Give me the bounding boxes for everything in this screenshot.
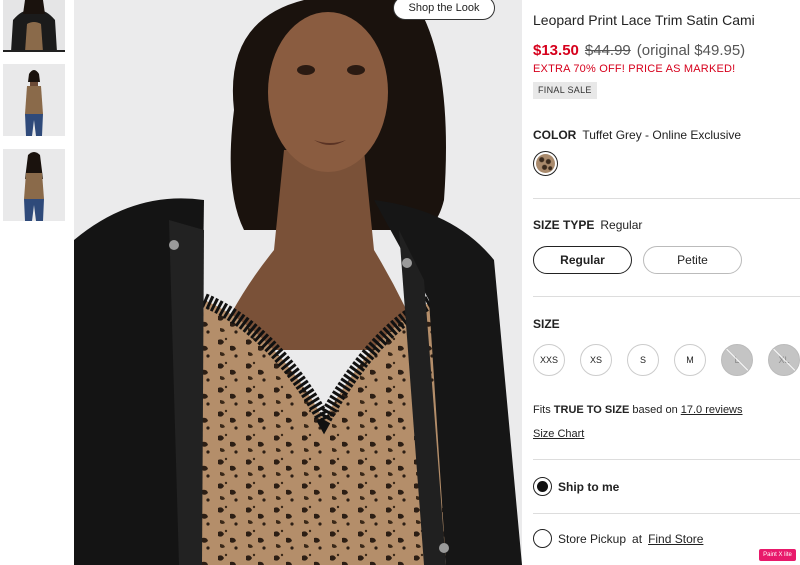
size-type-label: SIZE TYPE: [533, 218, 595, 232]
size-option-xxs[interactable]: XXS: [533, 344, 565, 376]
fit-emphasis: TRUE TO SIZE: [553, 404, 630, 416]
sale-price: $13.50: [533, 42, 579, 59]
size-row: SIZE: [533, 317, 560, 331]
shop-the-look-button[interactable]: Shop the Look: [393, 0, 495, 20]
divider: [533, 296, 800, 297]
size-option-s[interactable]: S: [627, 344, 659, 376]
leopard-swatch-icon: [536, 154, 555, 173]
reviews-link[interactable]: 17.0 reviews: [681, 404, 743, 416]
size-type-value: Regular: [600, 218, 643, 232]
paint-badge: Paint X lite: [759, 549, 796, 561]
product-main-image[interactable]: [74, 0, 522, 565]
color-row: COLOR Tuffet Grey - Online Exclusive: [533, 128, 741, 142]
store-pickup-option[interactable]: Store Pickup at Find Store: [533, 529, 703, 548]
fit-middle: based on: [629, 404, 681, 416]
size-label: SIZE: [533, 317, 560, 331]
size-option-m[interactable]: M: [674, 344, 706, 376]
thumbnail-image: [3, 149, 65, 221]
divider: [533, 513, 800, 514]
size-option-xl[interactable]: XL: [768, 344, 800, 376]
pickup-at: at: [632, 531, 643, 546]
model-photo: [74, 0, 522, 565]
thumbnail-3[interactable]: [3, 149, 65, 221]
product-details-panel: Leopard Print Lace Trim Satin Cami $13.5…: [533, 0, 800, 565]
ship-radio-icon[interactable]: [533, 477, 552, 496]
color-value: Tuffet Grey - Online Exclusive: [582, 128, 742, 142]
size-chart-link[interactable]: Size Chart: [533, 428, 584, 440]
thumbnail-1[interactable]: [3, 0, 65, 52]
size-type-petite-button[interactable]: Petite: [643, 246, 742, 274]
thumbnail-2[interactable]: [3, 64, 65, 136]
thumbnail-gallery: [0, 0, 68, 565]
previous-price: $44.99: [584, 42, 631, 59]
ship-to-me-option[interactable]: Ship to me: [533, 477, 619, 496]
size-option-l[interactable]: L: [721, 344, 753, 376]
thumbnail-image: [3, 64, 65, 136]
final-sale-badge: FINAL SALE: [533, 82, 597, 99]
color-swatch[interactable]: [533, 151, 558, 176]
price-row: $13.50 $44.99 (original $49.95): [533, 42, 745, 59]
size-type-regular-button[interactable]: Regular: [533, 246, 632, 274]
color-label: COLOR: [533, 128, 577, 142]
product-title: Leopard Print Lace Trim Satin Cami: [533, 12, 755, 28]
fit-info: Fits TRUE TO SIZE based on 17.0 reviews: [533, 404, 743, 416]
size-type-row: SIZE TYPE Regular: [533, 218, 642, 232]
pickup-radio-icon[interactable]: [533, 529, 552, 548]
original-price: (original $49.95): [636, 42, 746, 59]
size-option-xs[interactable]: XS: [580, 344, 612, 376]
thumbnail-image: [3, 0, 65, 50]
divider: [533, 198, 800, 199]
ship-label: Ship to me: [558, 479, 620, 494]
promo-text: EXTRA 70% OFF! PRICE AS MARKED!: [533, 63, 736, 75]
fit-prefix: Fits: [533, 404, 554, 416]
pickup-label: Store Pickup: [558, 531, 627, 546]
find-store-link[interactable]: Find Store: [648, 532, 703, 546]
divider: [533, 459, 800, 460]
